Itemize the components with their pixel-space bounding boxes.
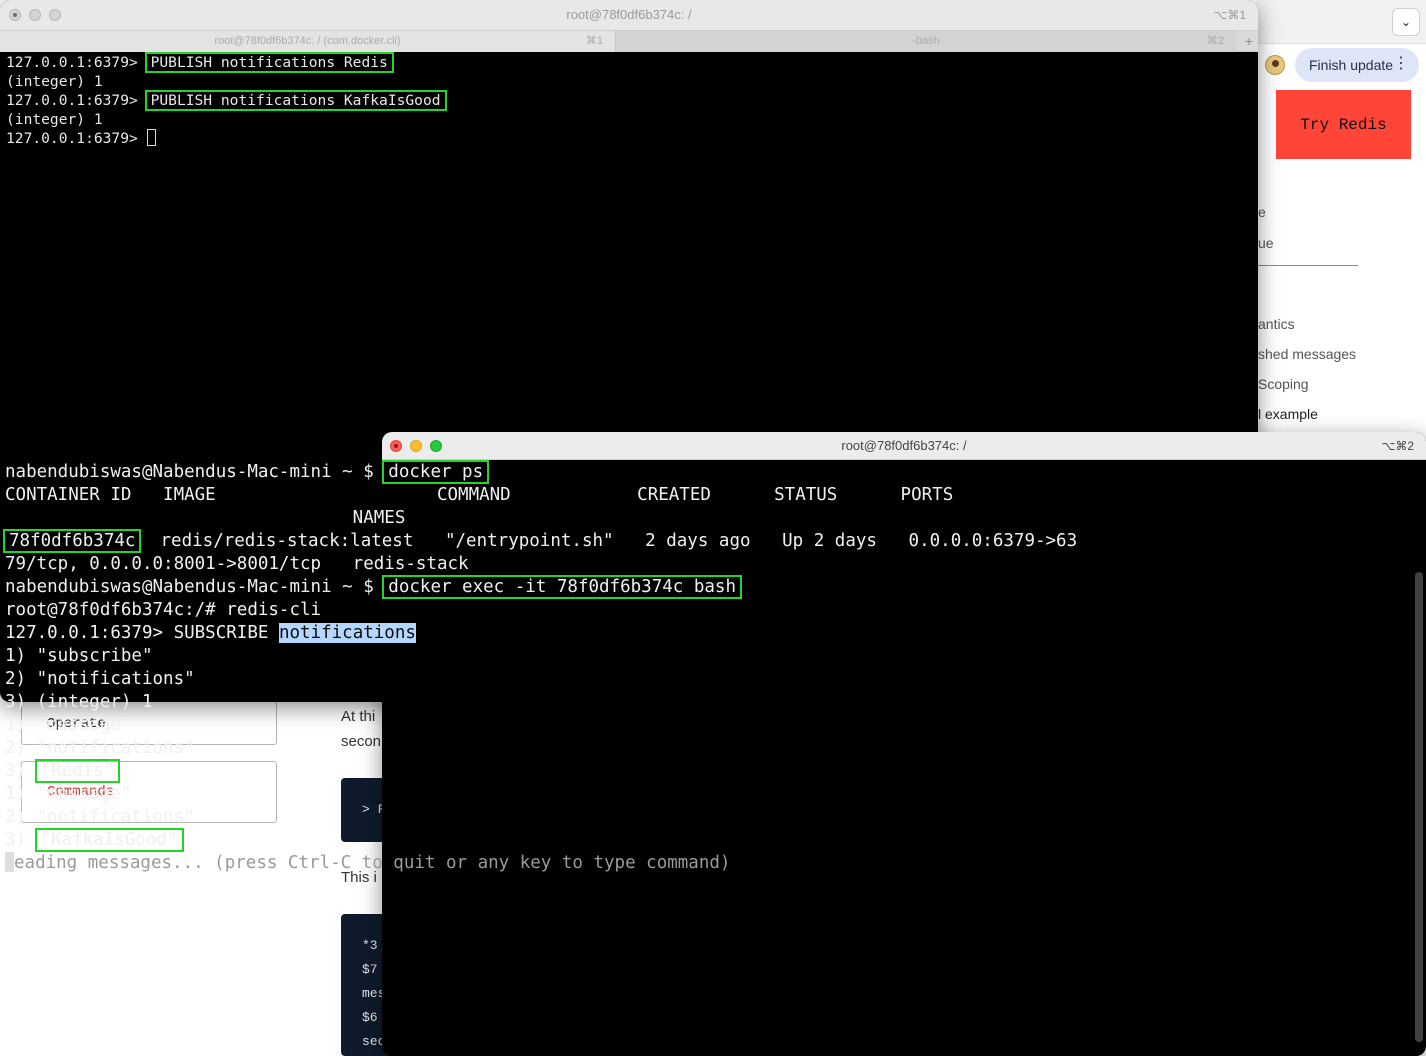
- table-header: CONTAINER ID IMAGE COMMAND CREATED STATU…: [5, 485, 954, 505]
- toc-link[interactable]: e: [1258, 204, 1408, 220]
- try-redis-button[interactable]: Try Redis: [1276, 90, 1411, 159]
- code-line: $7: [362, 962, 378, 977]
- terminal-tab-2[interactable]: -bash ⌘2: [616, 31, 1236, 52]
- terminal-line: 1) "message": [5, 715, 132, 735]
- profile-avatar[interactable]: [1265, 55, 1285, 75]
- terminal-line: nabendubiswas@Nabendus-Mac-mini ~ $ dock…: [5, 575, 1077, 599]
- prompt: nabendubiswas@Nabendus-Mac-mini ~ $: [5, 462, 385, 482]
- toc-link[interactable]: ue: [1258, 235, 1408, 251]
- finish-update-button[interactable]: Finish update ⋮: [1295, 48, 1419, 82]
- prompt: 127.0.0.1:6379>: [6, 130, 147, 147]
- terminal-line: 3) "KafkaIsGood": [5, 828, 1077, 852]
- terminal-line: 2) "notifications": [5, 807, 195, 827]
- terminal-line: root@78f0df6b374c:/# redis-cli: [5, 600, 322, 620]
- terminal-line: 1) "subscribe": [5, 646, 153, 666]
- toc-link[interactable]: shed messages: [1258, 346, 1408, 362]
- minimize-icon[interactable]: [29, 9, 41, 21]
- prompt: 127.0.0.1:6379>: [6, 92, 147, 109]
- prompt: 127.0.0.1:6379> SUBSCRIBE: [5, 623, 279, 643]
- terminal-line: nabendubiswas@Nabendus-Mac-mini ~ $ dock…: [5, 460, 1077, 484]
- table-row: 78f0df6b374c redis/redis-stack:latest "/…: [2, 529, 1078, 553]
- terminal-line: 3) "Redis": [5, 759, 1077, 783]
- window-titlebar[interactable]: root@78f0df6b374c: / ⌥⌘1: [0, 0, 1258, 30]
- toc-link-active[interactable]: l example: [1258, 406, 1408, 422]
- table-row: 79/tcp, 0.0.0.0:8001->8001/tcp redis-sta…: [5, 554, 469, 574]
- tab-shortcut: ⌘2: [1206, 35, 1224, 47]
- toc-link[interactable]: Scoping: [1258, 376, 1408, 392]
- line-prefix: 3): [5, 830, 37, 850]
- terminal-line: 127.0.0.1:6379> PUBLISH notifications Ka…: [6, 90, 447, 111]
- close-icon[interactable]: [9, 9, 21, 21]
- finish-update-label: Finish update: [1309, 57, 1394, 73]
- more-vert-icon[interactable]: ⋮: [1393, 55, 1409, 73]
- highlighted-command: docker exec -it 78f0df6b374c bash: [382, 575, 742, 599]
- terminal-line: 2) "notifications": [5, 669, 195, 689]
- code-line: $6: [362, 1010, 378, 1025]
- prompt: nabendubiswas@Nabendus-Mac-mini ~ $: [5, 577, 385, 597]
- terminal-scrollbar[interactable]: [1415, 572, 1423, 1042]
- terminal-line: 127.0.0.1:6379> SUBSCRIBE notifications: [5, 622, 1077, 645]
- text-cursor: [146, 129, 156, 146]
- window-title: root@78f0df6b374c: /: [566, 7, 692, 22]
- status-hint: eading messages... (press Ctrl-C to quit…: [14, 853, 731, 873]
- close-icon[interactable]: [390, 440, 402, 452]
- minimize-icon[interactable]: [410, 440, 422, 452]
- chevron-down-icon: ⌄: [1400, 15, 1412, 29]
- window-shortcut: ⌥⌘2: [1381, 439, 1414, 453]
- terminal-line: 127.0.0.1:6379> PUBLISH notifications Re…: [6, 52, 445, 73]
- row-text: redis/redis-stack:latest "/entrypoint.sh…: [139, 531, 1078, 551]
- terminal-tab-bar: root@78f0df6b374c: / (com.docker.cli) ⌘1…: [0, 30, 1258, 52]
- highlighted-message: "Redis": [34, 759, 121, 783]
- terminal-line: (integer) 1: [6, 111, 103, 128]
- highlighted-command: PUBLISH notifications Redis: [144, 52, 394, 73]
- prompt: 127.0.0.1:6379>: [6, 54, 147, 71]
- highlighted-command: docker ps: [382, 460, 490, 484]
- tab-list-dropdown-button[interactable]: ⌄: [1392, 8, 1420, 36]
- terminal-output[interactable]: 127.0.0.1:6379> PUBLISH notifications Re…: [6, 52, 447, 148]
- tab-label: root@78f0df6b374c: / (com.docker.cli): [214, 35, 401, 47]
- terminal-output[interactable]: nabendubiswas@Nabendus-Mac-mini ~ $ dock…: [2, 460, 1078, 875]
- terminal-line: eading messages... (press Ctrl-C to quit…: [5, 852, 1077, 875]
- window-title: root@78f0df6b374c: /: [841, 438, 967, 453]
- zoom-icon[interactable]: [430, 440, 442, 452]
- terminal-line: 2) "notifications": [5, 738, 195, 758]
- tab-label: -bash: [912, 35, 940, 47]
- terminal-line: (integer) 1: [6, 73, 103, 90]
- window-shortcut: ⌥⌘1: [1213, 8, 1246, 22]
- highlighted-command: PUBLISH notifications KafkaIsGood: [144, 90, 447, 111]
- text-cursor: [5, 852, 14, 872]
- toc-link[interactable]: antics: [1258, 316, 1408, 332]
- terminal-line: 1) "message": [5, 784, 132, 804]
- container-id: 78f0df6b374c: [2, 529, 142, 553]
- table-header: NAMES: [5, 508, 406, 528]
- window-titlebar[interactable]: root@78f0df6b374c: / ⌥⌘2: [382, 432, 1426, 460]
- zoom-icon[interactable]: [49, 9, 61, 21]
- selected-text: notifications: [278, 623, 416, 643]
- terminal-line: 127.0.0.1:6379>: [6, 129, 445, 148]
- toc-divider: [1258, 265, 1358, 266]
- new-tab-plus-icon[interactable]: +: [1240, 31, 1258, 52]
- tab-shortcut: ⌘1: [585, 35, 603, 47]
- line-prefix: 3): [5, 761, 37, 781]
- code-line: *3: [362, 938, 378, 953]
- terminal-tab-1[interactable]: root@78f0df6b374c: / (com.docker.cli) ⌘1: [0, 31, 616, 52]
- terminal-line: 3) (integer) 1: [5, 692, 153, 712]
- highlighted-message: "KafkaIsGood": [34, 828, 184, 852]
